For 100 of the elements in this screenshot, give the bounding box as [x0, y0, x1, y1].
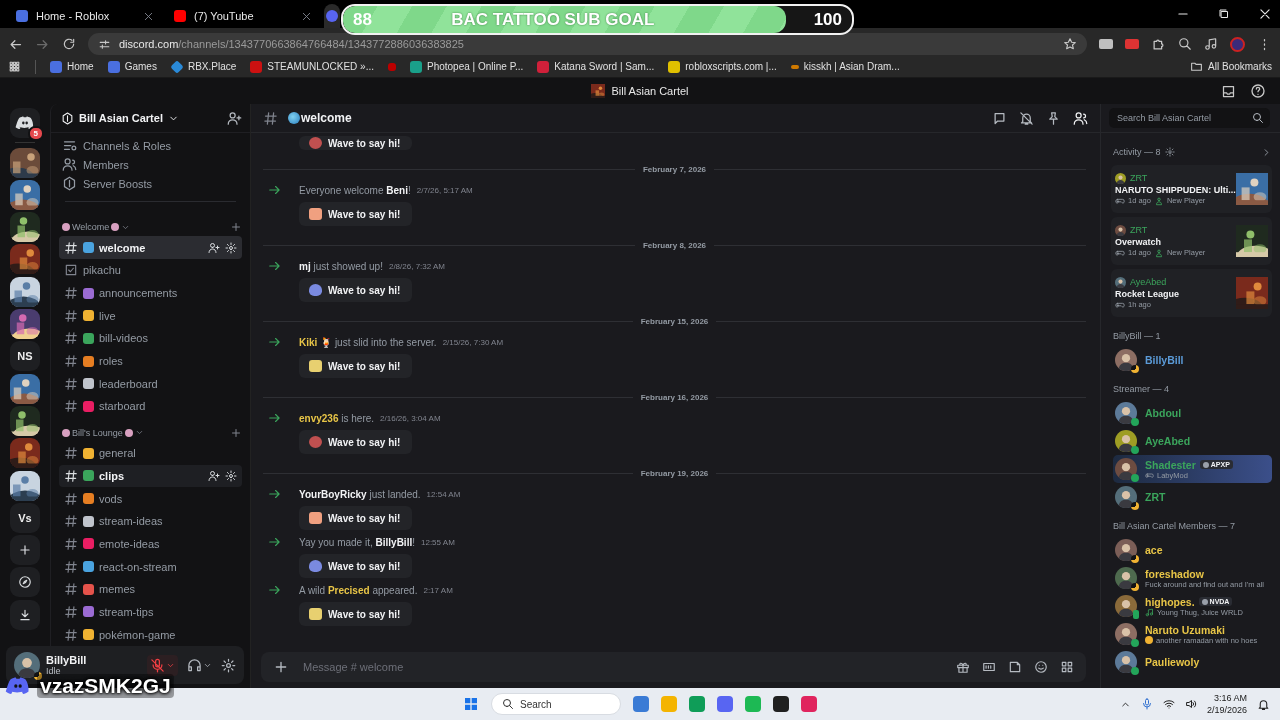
menu-item[interactable]: Channels & Roles — [59, 136, 242, 156]
browser-tab[interactable]: Home - Roblox — [8, 4, 162, 28]
search-field[interactable]: Search Bill Asian Cartel — [1115, 112, 1252, 124]
browser-tab[interactable]: (7) YouTube — [166, 4, 320, 28]
channel-item[interactable]: roles — [59, 349, 242, 373]
bookmark[interactable]: Home — [50, 60, 94, 73]
wave-button[interactable]: Wave to say hi! — [299, 430, 413, 454]
message-field[interactable]: Message # welcome — [301, 660, 944, 674]
category-name[interactable]: Welcome — [72, 222, 110, 233]
channel-item[interactable]: vods — [59, 487, 242, 510]
search-box[interactable]: Search Bill Asian Cartel — [1109, 108, 1270, 128]
emoji-icon[interactable] — [1034, 660, 1048, 674]
search-icon[interactable] — [1178, 37, 1192, 51]
apps-icon[interactable] — [1060, 660, 1074, 674]
member-item[interactable]: ZRT — [1113, 483, 1272, 511]
mute-icon[interactable] — [1019, 110, 1034, 126]
invite-icon[interactable] — [227, 110, 242, 126]
apps-icon[interactable] — [8, 60, 21, 73]
wave-button[interactable]: Wave to say hi! — [299, 354, 413, 378]
wifi-icon[interactable] — [1162, 698, 1175, 710]
member-item[interactable]: Pauliewoly — [1113, 648, 1272, 676]
bookmark[interactable]: RBX.Place — [170, 60, 237, 73]
wave-button[interactable]: Wave to say hi! — [299, 554, 413, 578]
member-item[interactable]: ace — [1113, 536, 1272, 564]
star-icon[interactable] — [1063, 37, 1077, 51]
wave-button[interactable]: Wave to say hi! — [299, 278, 413, 302]
notification-icon[interactable] — [1257, 697, 1270, 711]
member-item[interactable]: AyeAbed — [1113, 427, 1272, 455]
channel-item[interactable]: announcements — [59, 281, 242, 305]
channel-item[interactable]: welcome — [59, 236, 242, 259]
bookmark[interactable]: Katana Sword | Sam... — [537, 60, 655, 73]
wave-button[interactable]: Wave to say hi! — [299, 602, 413, 626]
settings-icon[interactable] — [221, 657, 236, 673]
volume-icon[interactable] — [1184, 698, 1197, 710]
member-item[interactable]: BillyBill — [1113, 346, 1272, 374]
close-icon[interactable] — [1258, 7, 1272, 21]
gift-icon[interactable] — [956, 660, 970, 674]
channel-item[interactable]: stream-ideas — [59, 509, 242, 533]
search-icon — [1252, 112, 1264, 124]
address-bar[interactable]: discord.com/channels/1343770663864766484/1343772886036383825 — [88, 33, 1087, 55]
channel-item[interactable]: emote-ideas — [59, 532, 242, 556]
inbox-icon[interactable] — [1221, 83, 1236, 99]
download-button[interactable] — [10, 599, 40, 630]
bookmark[interactable]: robloxscripts.com |... — [668, 60, 777, 73]
members-icon[interactable] — [1073, 110, 1088, 126]
settings-icon[interactable] — [1164, 147, 1175, 157]
channel-item[interactable]: starboard — [59, 395, 242, 418]
wave-button[interactable]: Wave to say hi! — [299, 506, 413, 530]
channel-item[interactable]: memes — [59, 577, 242, 601]
channel-item[interactable]: pikachu — [59, 259, 242, 282]
bookmark[interactable]: kisskh | Asian Dram... — [790, 61, 900, 72]
browser-tab[interactable] — [324, 4, 340, 28]
hash-icon — [64, 308, 78, 323]
microphone-button[interactable] — [147, 654, 178, 676]
discover-button[interactable] — [10, 567, 40, 598]
extension-icon[interactable] — [1099, 39, 1113, 49]
invite-icon[interactable] — [208, 469, 220, 482]
attach-icon[interactable] — [273, 659, 289, 675]
channel-item[interactable]: live — [59, 304, 242, 328]
channel-item[interactable]: bill-videos — [59, 327, 242, 350]
restore-icon[interactable] — [1218, 8, 1230, 20]
bookmark[interactable]: Photopea | Online P... — [410, 60, 524, 73]
wave-button[interactable]: Wave to say hi! — [299, 202, 413, 226]
channel-item[interactable]: pokémon-game — [59, 623, 242, 646]
add-server-button[interactable] — [10, 535, 40, 566]
profile-avatar[interactable] — [1230, 36, 1245, 52]
menu-item[interactable]: Members — [59, 155, 242, 175]
server-button[interactable]: NS — [10, 341, 40, 372]
channel-item[interactable]: clips — [59, 464, 242, 488]
bookmark[interactable]: STEAMUNLOCKED »... — [250, 60, 374, 73]
add-channel-icon[interactable] — [230, 221, 242, 234]
message-box[interactable]: Message # welcome — [261, 652, 1086, 682]
start-icon[interactable] — [463, 696, 479, 712]
game-title: Overwatch — [1115, 236, 1162, 247]
channel-item[interactable]: leaderboard — [59, 372, 242, 396]
microphone-icon[interactable] — [1140, 698, 1153, 710]
channel-item[interactable]: general — [59, 441, 242, 465]
menu-item[interactable]: Server Boosts — [59, 174, 242, 194]
pin-icon[interactable] — [1046, 110, 1061, 126]
sticker-icon[interactable] — [1008, 660, 1022, 674]
bookmark[interactable]: Games — [107, 60, 157, 73]
media-icon[interactable] — [1204, 37, 1218, 51]
wave-button[interactable]: Wave to say hi! — [299, 136, 413, 150]
category-name[interactable]: Bill's Lounge — [72, 427, 123, 438]
date-divider: February 7, 2026 — [642, 164, 707, 174]
timestamp: 12:55 AM — [421, 537, 455, 547]
reload-icon[interactable] — [62, 37, 76, 51]
channel-item[interactable]: stream-tips — [59, 600, 242, 624]
help-icon[interactable] — [1250, 83, 1266, 99]
invite-icon[interactable] — [208, 241, 220, 254]
member-item[interactable]: Abdoul — [1113, 399, 1272, 427]
threads-icon[interactable] — [992, 110, 1007, 126]
server-button[interactable]: Vs — [10, 502, 40, 533]
server-menu-button[interactable]: Bill Asian Cartel — [61, 111, 227, 125]
search-field[interactable]: Search — [491, 693, 621, 715]
bookmark-folder[interactable]: All Bookmarks — [1190, 60, 1272, 73]
channel-item[interactable]: react-on-stream — [59, 555, 242, 578]
app-icon[interactable] — [773, 696, 789, 712]
site-settings-icon[interactable] — [98, 37, 111, 51]
add-channel-icon[interactable] — [230, 426, 242, 439]
